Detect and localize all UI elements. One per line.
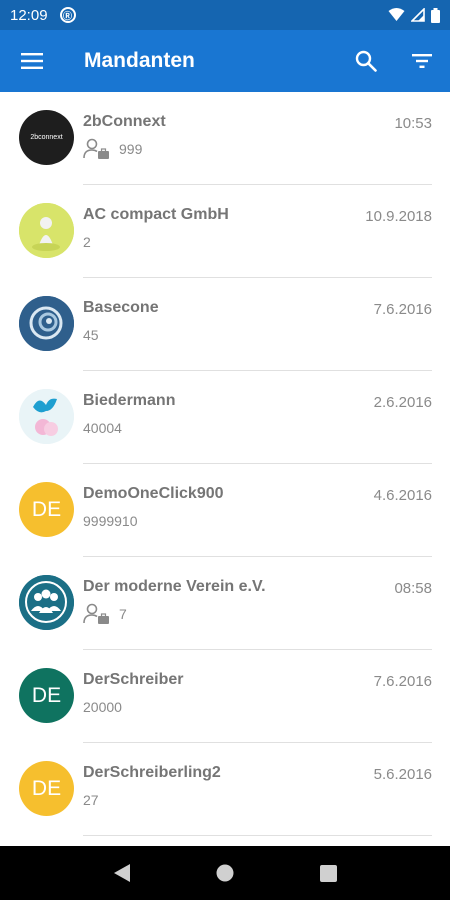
client-date: 10:53 — [394, 115, 432, 132]
client-number: 999 — [119, 141, 143, 157]
client-subline: 45 — [83, 324, 99, 346]
battery-icon — [431, 7, 440, 23]
client-name: Biedermann — [83, 392, 176, 409]
avatar: DE — [19, 668, 74, 723]
client-subline: 27 — [83, 789, 99, 811]
status-icons — [388, 7, 440, 23]
avatar — [19, 575, 74, 630]
badge-icon: Ⓡ — [59, 7, 76, 23]
app-bar: Mandanten — [0, 30, 450, 92]
avatar — [19, 203, 74, 258]
back-triangle-icon — [113, 864, 130, 882]
search-icon — [355, 50, 377, 72]
client-name: AC compact GmbH — [83, 206, 229, 223]
list-item[interactable]: Biedermann 2.6.2016 40004 — [0, 371, 450, 464]
client-date: 08:58 — [394, 580, 432, 597]
client-name: DemoOneClick900 — [83, 485, 224, 502]
client-name: DerSchreiberling2 — [83, 764, 221, 781]
avatar-initials: DE — [31, 683, 62, 707]
client-subline: 2 — [83, 231, 91, 253]
client-name: DerSchreiber — [83, 671, 184, 688]
avatar — [19, 389, 74, 444]
avatar: DE — [19, 761, 74, 816]
client-date: 7.6.2016 — [373, 673, 432, 690]
avatar-initials: DE — [31, 497, 62, 521]
client-list: 2bconnext 2bConnext 10:53 999 AC compact Gmb… — [0, 92, 450, 846]
client-number: 45 — [83, 327, 99, 343]
list-item[interactable]: Der moderne Verein e.V. 08:58 7 — [0, 557, 450, 650]
list-item[interactable]: DE DerSchreiber 7.6.2016 20000 — [0, 650, 450, 743]
client-name: Basecone — [83, 299, 159, 316]
contact-briefcase-icon — [83, 603, 109, 624]
menu-button[interactable] — [0, 30, 64, 92]
contact-briefcase-icon — [83, 138, 109, 159]
client-subline: 40004 — [83, 417, 122, 439]
filter-icon — [412, 54, 432, 68]
avatar-initials: DE — [31, 776, 62, 800]
client-name: Der moderne Verein e.V. — [83, 578, 266, 595]
client-name: 2bConnext — [83, 113, 166, 130]
avatar: 2bconnext — [19, 110, 74, 165]
client-date: 7.6.2016 — [373, 301, 432, 318]
client-subline: 9999910 — [83, 510, 138, 532]
avatar-image — [19, 575, 74, 630]
client-date: 2.6.2016 — [373, 394, 432, 411]
client-date: 4.6.2016 — [373, 487, 432, 504]
avatar-image — [19, 296, 74, 351]
home-button[interactable] — [205, 853, 245, 893]
filter-button[interactable] — [394, 30, 450, 92]
page-title: Mandanten — [84, 49, 195, 72]
client-subline: 999 — [83, 138, 142, 160]
divider — [83, 835, 432, 836]
avatar — [19, 296, 74, 351]
client-number: 20000 — [83, 699, 122, 715]
home-circle-icon — [216, 864, 234, 882]
client-date: 10.9.2018 — [365, 208, 432, 225]
list-item[interactable]: 2bconnext 2bConnext 10:53 999 — [0, 92, 450, 185]
list-item[interactable]: AC compact GmbH 10.9.2018 2 — [0, 185, 450, 278]
avatar-logo: 2bconnext — [30, 134, 63, 141]
avatar-image — [19, 203, 74, 258]
avatar-image — [19, 389, 74, 444]
search-button[interactable] — [338, 30, 394, 92]
menu-icon — [21, 53, 43, 69]
recents-square-icon — [319, 864, 337, 882]
list-item[interactable]: Basecone 7.6.2016 45 — [0, 278, 450, 371]
status-bar: 12:09 Ⓡ — [0, 0, 450, 30]
list-item[interactable]: DE DemoOneClick900 4.6.2016 9999910 — [0, 464, 450, 557]
signal-icon — [411, 8, 425, 22]
avatar: DE — [19, 482, 74, 537]
client-number: 7 — [119, 606, 127, 622]
client-number: 40004 — [83, 420, 122, 436]
wifi-icon — [388, 8, 405, 21]
system-nav-bar — [0, 846, 450, 900]
client-subline: 20000 — [83, 696, 122, 718]
status-time: 12:09 — [10, 6, 48, 24]
client-subline: 7 — [83, 603, 127, 625]
client-number: 2 — [83, 234, 91, 250]
list-item[interactable]: DE DerSchreiberling2 5.6.2016 27 — [0, 743, 450, 836]
recents-button[interactable] — [308, 853, 348, 893]
client-number: 9999910 — [83, 513, 138, 529]
client-date: 5.6.2016 — [373, 766, 432, 783]
client-number: 27 — [83, 792, 99, 808]
back-button[interactable] — [102, 853, 142, 893]
